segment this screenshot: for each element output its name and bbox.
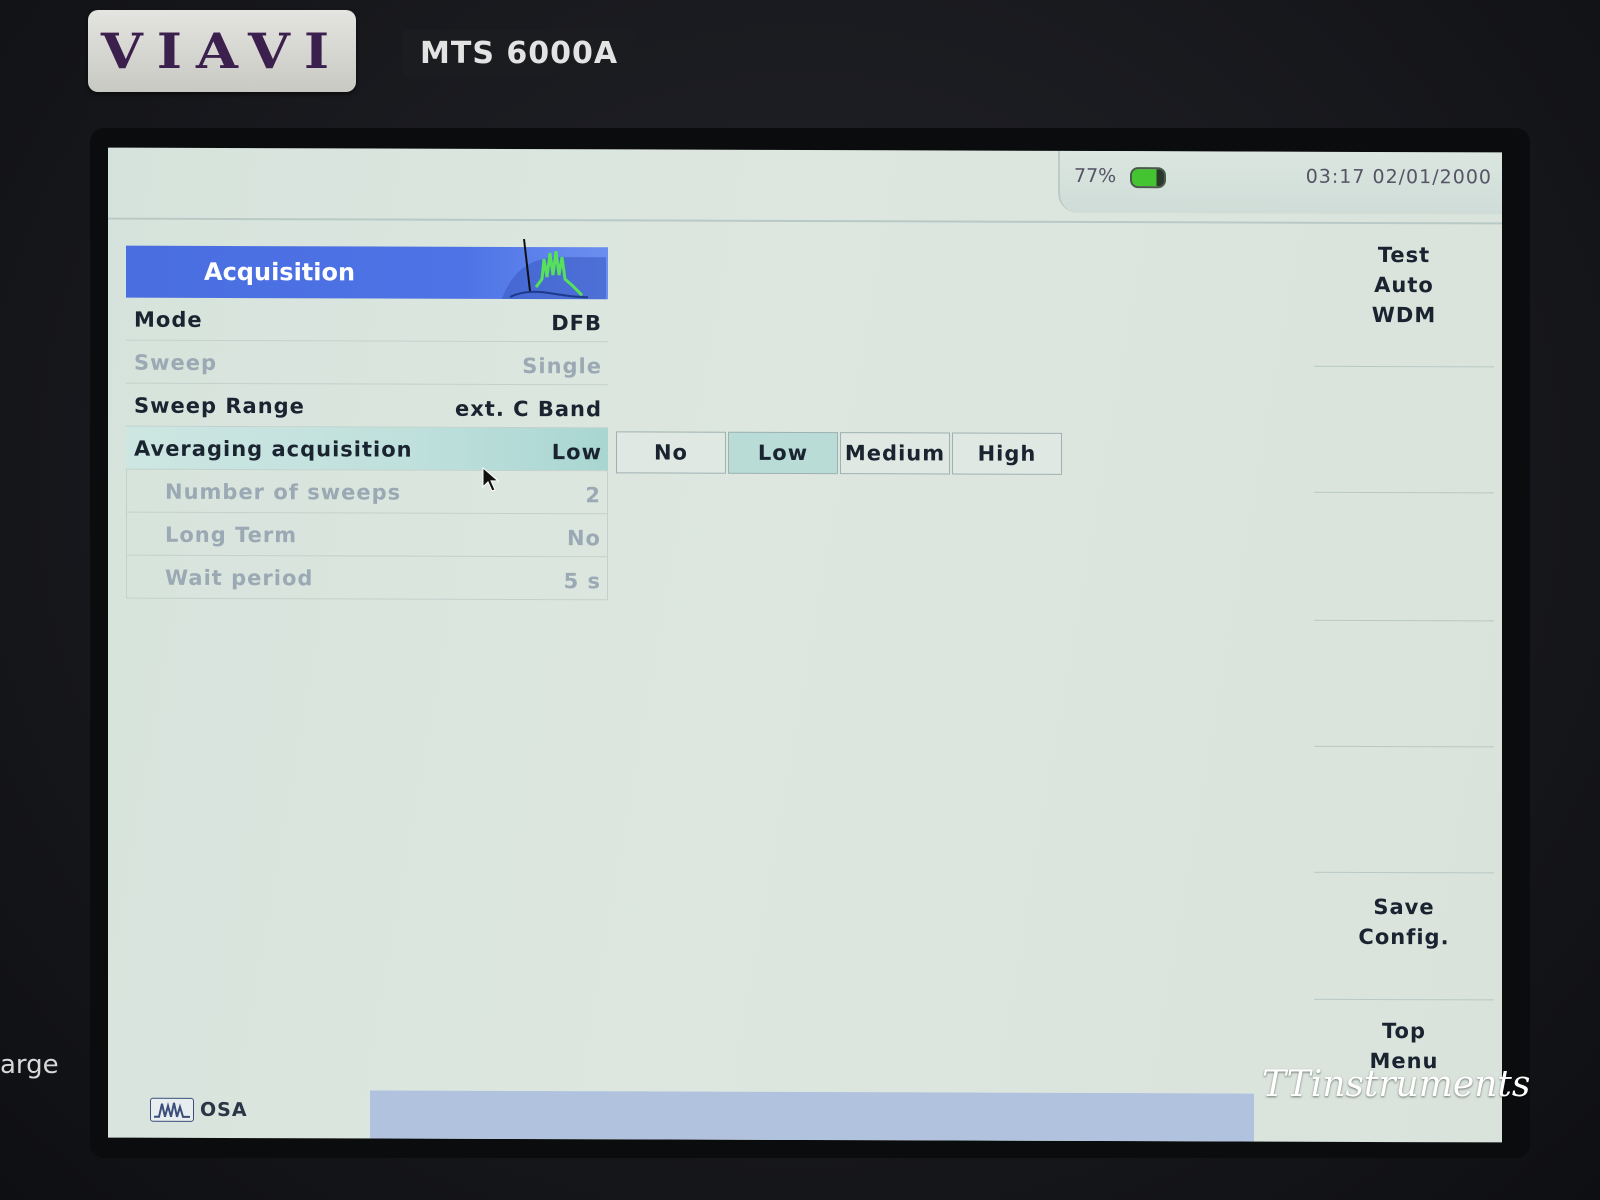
option-high-button[interactable]: High [952, 432, 1062, 475]
battery-icon [1130, 167, 1166, 189]
row-label: Wait period [165, 565, 314, 591]
row-value: No [566, 526, 601, 551]
softkey-empty-4[interactable] [1314, 619, 1494, 748]
row-label: Averaging acquisition [134, 436, 413, 462]
softkey-line: Auto [1374, 272, 1434, 298]
row-mode[interactable]: Mode DFB [126, 297, 608, 343]
mouse-pointer-icon [482, 466, 500, 492]
softkey-line: Top [1382, 1019, 1426, 1044]
row-long-term: Long Term No [127, 512, 607, 558]
row-sweep-range[interactable]: Sweep Range ext. C Band [126, 383, 608, 429]
row-label: Sweep [134, 350, 218, 375]
row-value: Single [522, 354, 602, 379]
averaging-options: No Low Medium High [616, 431, 1064, 475]
brand-logo-text: VIAVI [100, 22, 344, 80]
watermark: TTinstruments [1262, 1064, 1531, 1105]
row-value: DFB [551, 311, 602, 336]
model-label: MTS 6000A [402, 30, 637, 76]
osa-spectrum-icon [150, 1097, 194, 1122]
row-averaging-acquisition[interactable]: Averaging acquisition Low [126, 426, 608, 472]
option-low-button[interactable]: Low [728, 431, 838, 475]
spectrum-icon [502, 238, 606, 300]
softkey-bar: Test Auto WDM Save Config. Top Menu [1314, 222, 1494, 1123]
row-label: Mode [134, 307, 203, 332]
softkey-empty-2[interactable] [1314, 365, 1494, 494]
brand-logo: VIAVI [88, 10, 356, 92]
row-wait-period: Wait period 5 s [127, 555, 607, 601]
softkey-empty-3[interactable] [1314, 493, 1494, 622]
osa-tab-label: OSA [200, 1098, 248, 1122]
osa-tab[interactable]: OSA [150, 1097, 248, 1122]
option-no-button[interactable]: No [616, 431, 726, 474]
row-label: Number of sweeps [165, 479, 402, 505]
softkey-test-auto-wdm[interactable]: Test Auto WDM [1314, 239, 1494, 368]
softkey-save-config[interactable]: Save Config. [1314, 873, 1494, 1001]
softkey-empty-5[interactable] [1314, 745, 1494, 874]
panel-title: Acquisition [204, 257, 356, 287]
row-value: 2 [585, 483, 601, 508]
averaging-sub-options: Number of sweeps 2 Long Term No Wait per… [126, 469, 608, 601]
row-label: Sweep Range [134, 393, 305, 419]
row-value: Low [551, 440, 602, 465]
softkey-line: Config. [1358, 924, 1450, 950]
acquisition-panel: Acquisition Mode DFB Sweep Single Sweep … [126, 238, 608, 601]
row-label: Long Term [165, 522, 298, 548]
row-value: 5 s [563, 569, 601, 594]
row-sweep: Sweep Single [126, 340, 608, 386]
panel-header: Acquisition [126, 238, 608, 300]
battery-percent: 77% [1074, 164, 1117, 188]
status-bar: 77% 03:17 02/01/2000 [108, 147, 1502, 225]
side-key-label: arge [0, 1050, 59, 1080]
date-time: 03:17 02/01/2000 [1305, 165, 1492, 189]
message-bar [370, 1090, 1254, 1142]
softkey-line: WDM [1371, 302, 1437, 328]
softkey-line: Save [1373, 894, 1435, 920]
option-medium-button[interactable]: Medium [840, 432, 950, 475]
softkey-line: Test [1377, 242, 1431, 268]
row-number-of-sweeps: Number of sweeps 2 [127, 469, 607, 515]
row-value: ext. C Band [455, 396, 602, 422]
device-screen: 77% 03:17 02/01/2000 Acquisition Mode DF… [108, 147, 1502, 1143]
